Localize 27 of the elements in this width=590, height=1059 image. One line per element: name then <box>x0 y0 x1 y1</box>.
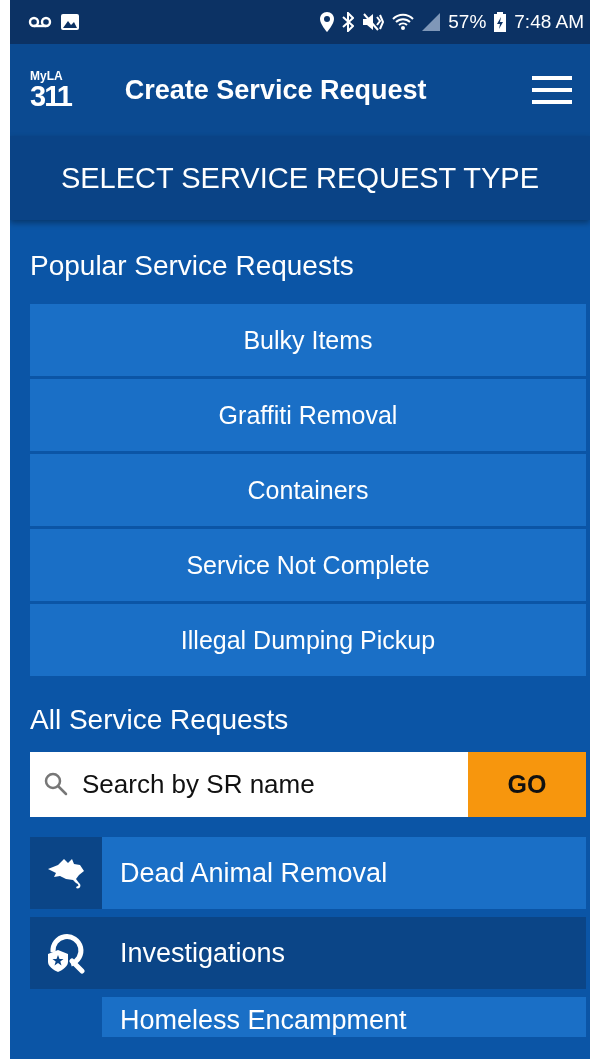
voicemail-icon <box>28 16 52 28</box>
page-title: Create Service Request <box>124 74 428 106</box>
app-logo: MyLA 311 <box>30 69 71 111</box>
search-icon <box>44 772 68 796</box>
category-row[interactable]: Dead Animal Removal <box>30 837 586 909</box>
service-request-button[interactable]: Service Not Complete <box>30 529 586 601</box>
mute-icon <box>362 13 385 31</box>
location-icon <box>320 12 335 32</box>
image-icon <box>60 13 80 31</box>
wifi-icon <box>392 13 415 31</box>
clock-time: 7:48 AM <box>514 11 584 33</box>
battery-percent: 57% <box>448 11 487 33</box>
badge-search-icon <box>45 932 87 974</box>
bluetooth-icon <box>342 12 355 32</box>
section-title: SELECT SERVICE REQUEST TYPE <box>10 136 590 220</box>
go-button[interactable]: GO <box>468 752 586 817</box>
battery-icon <box>494 12 507 32</box>
service-request-button[interactable]: Containers <box>30 454 586 526</box>
section-heading: All Service Requests <box>30 703 290 737</box>
subcategory-row[interactable]: Homeless Encampment <box>102 997 586 1037</box>
service-request-button[interactable]: Graffiti Removal <box>30 379 586 451</box>
service-request-button[interactable]: Bulky Items <box>30 304 586 376</box>
signal-icon <box>422 13 441 31</box>
category-row[interactable]: Investigations <box>30 917 586 989</box>
service-request-button[interactable]: Illegal Dumping Pickup <box>30 604 586 676</box>
search-field[interactable]: Search by SR name <box>30 752 468 817</box>
section-heading: Popular Service Requests <box>30 249 355 283</box>
